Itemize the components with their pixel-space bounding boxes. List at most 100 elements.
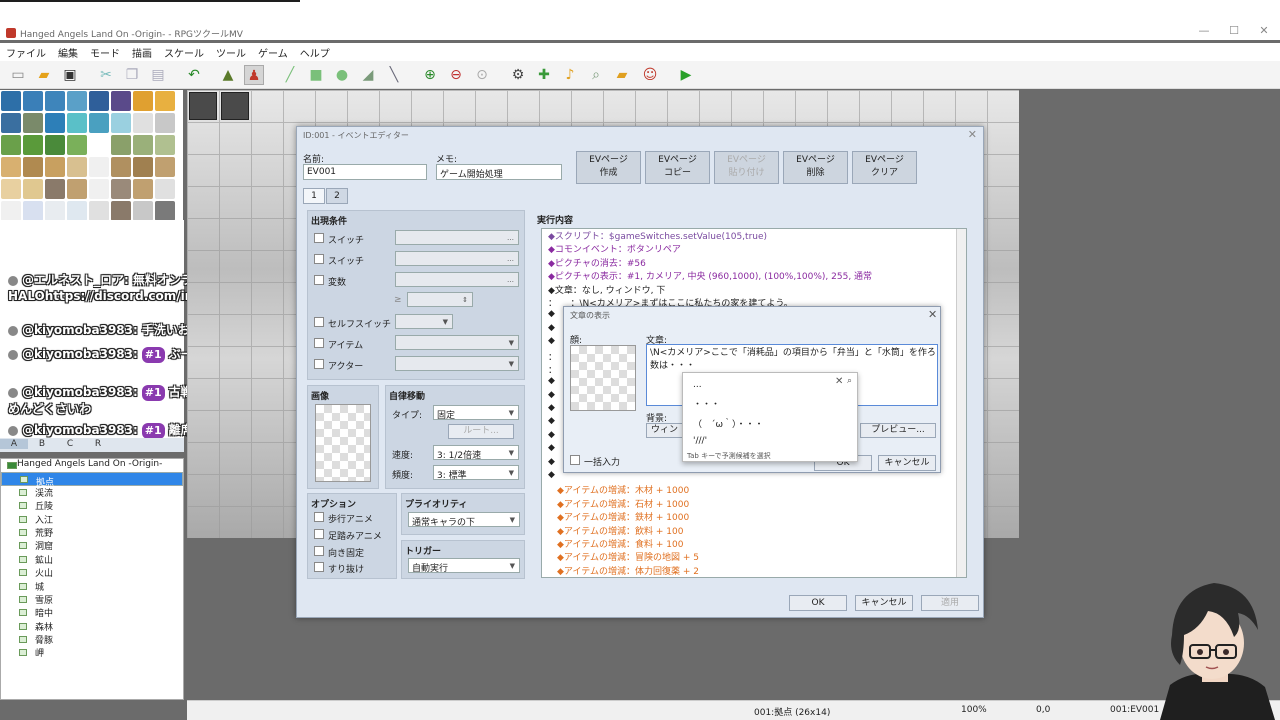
event-command-line[interactable]: ◆アイテムの増減：体力回復薬 + 2 (542, 564, 966, 577)
event-command-line[interactable]: ◆アイテムの増減：石材 + 1000 (542, 497, 966, 510)
tile[interactable] (133, 135, 153, 155)
event-mode-icon[interactable]: ♟ (244, 65, 264, 85)
tile[interactable] (1, 113, 21, 133)
ev-page-delete-button[interactable]: EVページ 削除 (783, 151, 848, 184)
ellipse-icon[interactable]: ● (332, 65, 352, 85)
ev-page-paste-button[interactable]: EVページ 貼り付け (714, 151, 779, 184)
event-command-line[interactable]: ◆アイテムの増減：食料 + 100 (542, 537, 966, 550)
ok-button[interactable]: OK (789, 595, 847, 611)
walking-anim-checkbox[interactable] (314, 512, 324, 522)
switch1-select[interactable]: … (395, 230, 519, 245)
map-tree-item[interactable]: 岬 (1, 646, 183, 659)
fill-icon[interactable]: ◢ (358, 65, 378, 85)
zoom-out-icon[interactable]: ⊖ (446, 65, 466, 85)
tile[interactable] (1, 157, 21, 177)
tileset-tab-a[interactable]: A (0, 439, 28, 449)
tileset-tab-r[interactable]: R (84, 439, 112, 449)
save-project-icon[interactable]: ▣ (60, 65, 80, 85)
paste-icon[interactable]: ▤ (148, 65, 168, 85)
actor-select[interactable]: ▼ (395, 356, 519, 371)
tile[interactable] (67, 91, 87, 111)
name-field[interactable]: EV001 (303, 164, 427, 180)
tile[interactable] (45, 91, 65, 111)
tile[interactable] (111, 179, 131, 199)
tile[interactable] (89, 91, 109, 111)
tile[interactable] (67, 135, 87, 155)
plugin-manager-icon[interactable]: ✚ (534, 65, 554, 85)
database-icon[interactable]: ⚙ (508, 65, 528, 85)
minimize-button[interactable]: — (1194, 24, 1214, 38)
apply-button[interactable]: 適用 (921, 595, 979, 611)
tile[interactable] (133, 91, 153, 111)
event-command-line[interactable]: ◆ピクチャの消去：#56 (542, 256, 966, 269)
map-tree-root[interactable]: Hanged Angels Land On -Origin- (1, 459, 183, 472)
tile[interactable] (89, 113, 109, 133)
trigger-select[interactable]: 自動実行 ▼ (408, 558, 520, 574)
map-tree-item[interactable]: 森林 (1, 620, 183, 633)
self-switch-checkbox[interactable] (314, 317, 324, 327)
batch-entry-checkbox[interactable] (570, 455, 580, 465)
tile[interactable] (1, 91, 21, 111)
event-cell[interactable] (221, 92, 249, 120)
preview-button[interactable]: プレビュー... (860, 423, 936, 438)
event-command-line[interactable]: ◆アイテムの増減：飲料 + 100 (542, 524, 966, 537)
maximize-button[interactable]: ☐ (1224, 24, 1244, 38)
tile[interactable] (45, 157, 65, 177)
tile[interactable] (1, 179, 21, 199)
menu-scale[interactable]: スケール (158, 43, 210, 60)
copy-icon[interactable]: ❐ (122, 65, 142, 85)
event-searcher-icon[interactable]: ⌕ (586, 65, 606, 85)
rectangle-icon[interactable]: ■ (306, 65, 326, 85)
event-command-line[interactable]: ◆文章：なし, ウィンドウ, 下 (542, 283, 966, 296)
map-tree-item[interactable]: 丘陵 (1, 499, 183, 512)
tile[interactable] (45, 135, 65, 155)
tile[interactable] (1, 135, 21, 155)
event-command-line[interactable]: ◆アイテムの増減：木材 + 1000 (542, 483, 966, 496)
map-tree-item[interactable]: 火山 (1, 566, 183, 579)
map-tree-item[interactable]: 入江 (1, 513, 183, 526)
map-tree-item[interactable]: 脅豚 (1, 633, 183, 646)
resource-manager-icon[interactable]: ▰ (612, 65, 632, 85)
tile[interactable] (155, 157, 175, 177)
menu-draw[interactable]: 描画 (126, 43, 158, 60)
event-image[interactable] (315, 404, 371, 482)
page-tab-2[interactable]: 2 (326, 188, 348, 204)
tile[interactable] (111, 201, 131, 221)
cancel-button[interactable]: キャンセル (878, 455, 936, 471)
tile[interactable] (111, 157, 131, 177)
tile[interactable] (111, 113, 131, 133)
map-tree-item[interactable]: 荒野 (1, 526, 183, 539)
tile[interactable] (155, 201, 175, 221)
new-project-icon[interactable]: ▭ (8, 65, 28, 85)
close-icon[interactable]: ✕ (928, 308, 937, 321)
menu-help[interactable]: ヘルプ (294, 43, 336, 60)
tile[interactable] (67, 179, 87, 199)
tile[interactable] (89, 157, 109, 177)
variable-value-spin[interactable]: ⇕ (407, 292, 473, 307)
tile[interactable] (133, 113, 153, 133)
tile[interactable] (23, 179, 43, 199)
tile[interactable] (23, 135, 43, 155)
switch2-checkbox[interactable] (314, 254, 324, 264)
self-switch-select[interactable]: ▼ (395, 314, 453, 329)
tile[interactable] (89, 179, 109, 199)
search-icon[interactable]: ⌕ (847, 376, 852, 386)
tile[interactable] (133, 201, 153, 221)
face-image[interactable] (570, 345, 636, 411)
ime-candidate[interactable]: '///' (693, 436, 707, 446)
character-generator-icon[interactable]: ☺ (640, 65, 660, 85)
tile[interactable] (23, 113, 43, 133)
ime-candidate[interactable]: ・・・ (693, 397, 720, 410)
tileset-tab-b[interactable]: B (28, 439, 56, 449)
open-project-icon[interactable]: ▰ (34, 65, 54, 85)
close-icon[interactable]: ✕ (968, 128, 977, 141)
zoom-in-icon[interactable]: ⊕ (420, 65, 440, 85)
sound-test-icon[interactable]: ♪ (560, 65, 580, 85)
tile[interactable] (155, 91, 175, 111)
direction-fix-checkbox[interactable] (314, 546, 324, 556)
stepping-anim-checkbox[interactable] (314, 529, 324, 539)
tile[interactable] (155, 113, 175, 133)
menu-mode[interactable]: モード (84, 43, 126, 60)
event-command-line[interactable]: ◆スクリプト：$gameSwitches.setValue(105,true) (542, 229, 966, 242)
item-select[interactable]: ▼ (395, 335, 519, 350)
